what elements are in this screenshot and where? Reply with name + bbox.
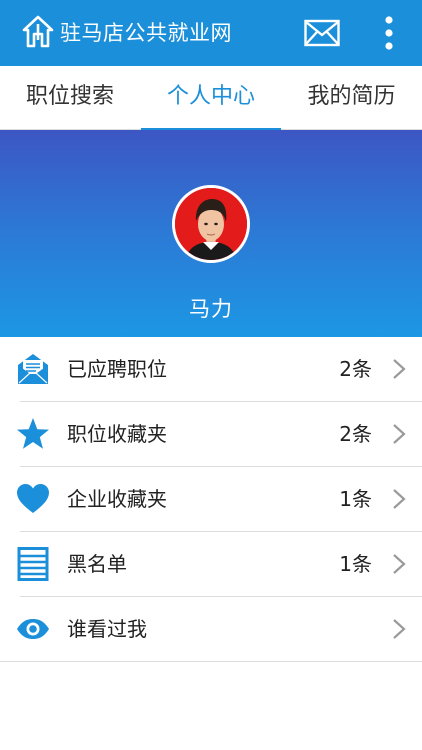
menu-item-count: 1条 xyxy=(339,552,372,576)
tab-label: 我的简历 xyxy=(307,84,396,109)
menu-item-count: 2条 xyxy=(339,357,372,381)
profile-menu-list: 已应聘职位 2条 职位收藏夹 2条 企业收藏夹 1条 黑名单 1条 谁看过我 xyxy=(0,337,422,662)
menu-item-count: 1条 xyxy=(339,487,372,511)
avatar-portrait-icon xyxy=(175,188,247,260)
menu-item-label: 谁看过我 xyxy=(67,617,147,641)
chevron-right-icon xyxy=(393,359,406,379)
tab-label: 个人中心 xyxy=(166,84,255,109)
envelope-open-icon xyxy=(18,354,48,384)
menu-item-job-favorites[interactable]: 职位收藏夹 2条 xyxy=(0,402,422,467)
tab-personal-center[interactable]: 个人中心 xyxy=(141,66,281,131)
more-vert-icon[interactable] xyxy=(374,14,404,52)
chevron-right-icon xyxy=(393,619,406,639)
chevron-right-icon xyxy=(393,424,406,444)
chevron-right-icon xyxy=(393,554,406,574)
eye-icon xyxy=(17,619,49,639)
menu-item-who-viewed-me[interactable]: 谁看过我 xyxy=(0,597,422,662)
mail-icon[interactable] xyxy=(304,19,340,47)
star-icon xyxy=(17,418,49,449)
house-logo-icon xyxy=(22,15,54,48)
tab-bar: 职位搜索 个人中心 我的简历 xyxy=(0,66,422,131)
tab-my-resume[interactable]: 我的简历 xyxy=(281,66,422,130)
list-icon xyxy=(17,547,49,581)
menu-item-count: 2条 xyxy=(339,422,372,446)
menu-item-label: 黑名单 xyxy=(67,552,127,576)
chevron-right-icon xyxy=(393,489,406,509)
app-title: 驻马店公共就业网 xyxy=(60,21,232,45)
tab-job-search[interactable]: 职位搜索 xyxy=(0,66,140,130)
menu-item-blacklist[interactable]: 黑名单 1条 xyxy=(0,532,422,597)
profile-name: 马力 xyxy=(189,297,233,321)
menu-item-label: 已应聘职位 xyxy=(67,357,167,381)
menu-item-company-favorites[interactable]: 企业收藏夹 1条 xyxy=(0,467,422,532)
menu-item-label: 企业收藏夹 xyxy=(67,487,167,511)
avatar[interactable] xyxy=(172,185,250,263)
divider xyxy=(0,661,422,662)
app-bar: 驻马店公共就业网 xyxy=(0,0,422,66)
menu-item-label: 职位收藏夹 xyxy=(67,422,167,446)
heart-icon xyxy=(17,484,49,513)
menu-item-applied-jobs[interactable]: 已应聘职位 2条 xyxy=(0,337,422,402)
profile-header: 马力 xyxy=(0,130,422,337)
tab-label: 职位搜索 xyxy=(25,84,114,109)
